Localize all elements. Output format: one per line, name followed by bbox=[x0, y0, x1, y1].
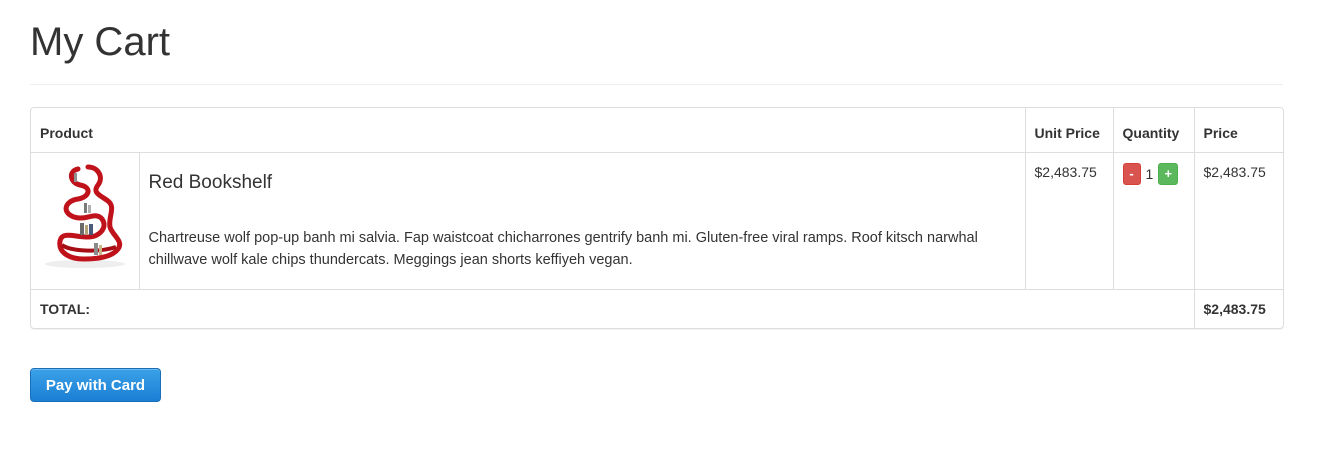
product-description: Chartreuse wolf pop-up banh mi salvia. F… bbox=[148, 229, 978, 268]
total-value: $2,483.75 bbox=[1193, 288, 1283, 328]
cart-table-panel: Product Unit Price Quantity Price Red Bo… bbox=[30, 107, 1284, 329]
page-title: My Cart bbox=[30, 20, 170, 64]
unit-price-cell: $2,483.75 bbox=[1024, 151, 1114, 290]
title-divider bbox=[30, 84, 1283, 85]
total-row: TOTAL: $2,483.75 bbox=[31, 288, 1283, 328]
decrement-quantity-button[interactable]: - bbox=[1122, 162, 1141, 185]
red-bookshelf-image bbox=[40, 160, 130, 271]
increment-quantity-button[interactable]: + bbox=[1158, 162, 1179, 185]
product-info-cell: Red Bookshelf Chartreuse wolf pop-up ban… bbox=[138, 151, 1026, 290]
pay-with-card-button[interactable]: Pay with Card bbox=[30, 368, 161, 402]
table-header-row: Product Unit Price Quantity Price bbox=[31, 108, 1283, 153]
header-price: Price bbox=[1193, 108, 1283, 153]
table-row: Red Bookshelf Chartreuse wolf pop-up ban… bbox=[31, 151, 1283, 290]
price-cell: $2,483.75 bbox=[1193, 151, 1283, 290]
product-image-cell bbox=[31, 151, 140, 290]
cart-table: Product Unit Price Quantity Price Red Bo… bbox=[31, 108, 1283, 328]
header-unit-price: Unit Price bbox=[1024, 108, 1114, 153]
header-product: Product bbox=[31, 108, 1026, 153]
cart-page: My Cart Product Unit Price Quantity Pric… bbox=[0, 0, 1343, 464]
quantity-stepper: - 1 + bbox=[1122, 161, 1185, 185]
quantity-cell: - 1 + bbox=[1112, 151, 1195, 290]
total-label: TOTAL: bbox=[31, 288, 1195, 328]
quantity-value: 1 bbox=[1145, 165, 1154, 182]
product-name: Red Bookshelf bbox=[148, 171, 273, 193]
header-quantity: Quantity bbox=[1112, 108, 1195, 153]
